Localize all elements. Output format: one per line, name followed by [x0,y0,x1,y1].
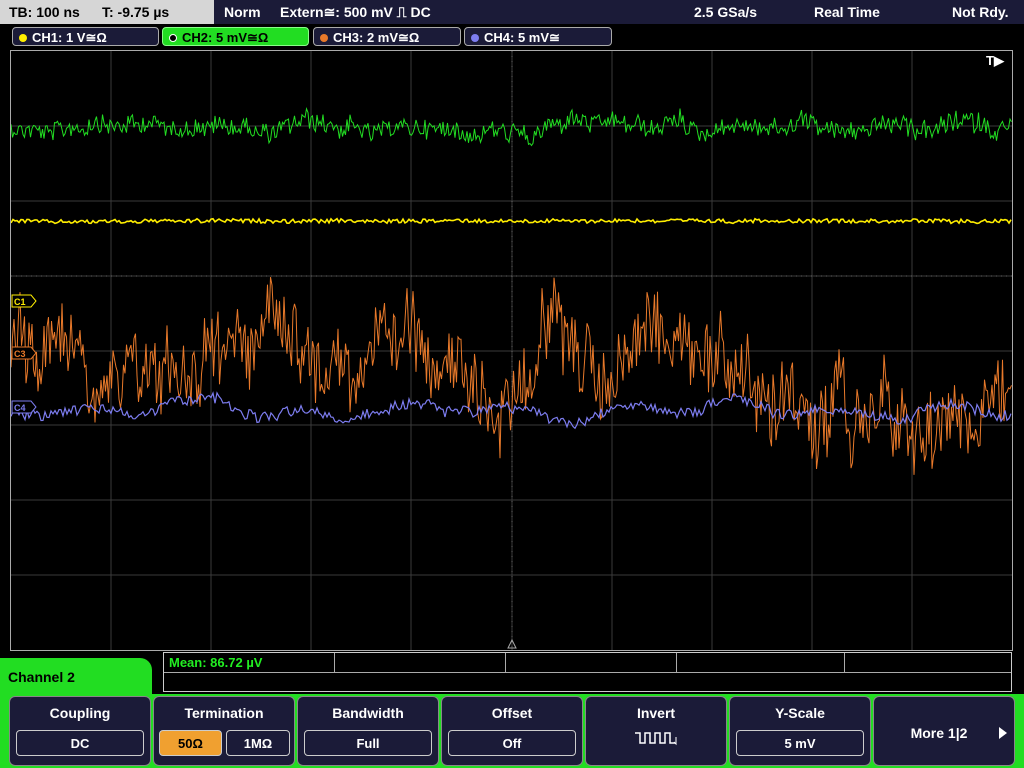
channel-menu-title: Channel 2 [8,669,75,685]
svg-text:C3: C3 [14,349,26,359]
channel-ground-marker[interactable]: C3 [11,346,37,360]
invert-title: Invert [636,705,676,721]
acquisition-mode[interactable]: Real Time [814,0,880,24]
tab-ch2[interactable]: CH2: 5 mV≅Ω [162,27,309,46]
svg-text:C1: C1 [14,297,26,307]
termination-1mohm[interactable]: 1MΩ [226,730,290,756]
offset-softkey[interactable]: Offset Off [441,696,583,766]
trigger-position-marker[interactable]: T▶ [986,53,1004,69]
bandwidth-value[interactable]: Full [304,730,432,756]
ch3-color-icon [320,34,328,42]
yscale-softkey[interactable]: Y-Scale 5 mV [729,696,871,766]
softkey-bar: Coupling DC Termination 50Ω 1MΩ Bandwidt… [0,694,1024,768]
waveform-canvas: C1 C3 C4 [11,51,1012,650]
coupling-softkey[interactable]: Coupling DC [9,696,151,766]
ch4-color-icon [471,34,479,42]
channel-menu-tab: Channel 2 [0,658,152,698]
mean-measurement: Mean: 86.72 µV [169,655,263,670]
invert-softkey[interactable]: Invert [585,696,727,766]
termination-50ohm[interactable]: 50Ω [159,730,222,756]
ch2-label: CH2: 5 mV≅Ω [182,30,269,45]
trigger-source[interactable]: Extern≅: 500 mV ⎍ DC [280,0,431,24]
acquisition-state: Not Rdy. [952,4,1009,20]
coupling-title: Coupling [49,705,111,721]
more-softkey[interactable]: More 1|2 [873,696,1015,766]
ch1-color-icon [19,34,27,42]
timebase-label: TB: 100 ns [9,4,80,20]
termination-title: Termination [184,705,264,721]
bandwidth-softkey[interactable]: Bandwidth Full [297,696,439,766]
yscale-title: Y-Scale [775,705,825,721]
sample-rate: 2.5 GSa/s [694,4,758,20]
trigger-mode[interactable]: Norm [224,0,261,24]
ch1-label: CH1: 1 V≅Ω [32,30,107,45]
ch2-color-icon [169,34,177,42]
bandwidth-title: Bandwidth [332,705,404,721]
measurement-panel: Mean: 86.72 µV [163,652,1012,692]
timebase-box[interactable]: TB: 100 ns T: -9.75 µs [0,0,214,24]
tab-ch3[interactable]: CH3: 2 mV≅Ω [313,27,461,46]
tab-ch1[interactable]: CH1: 1 V≅Ω [12,27,159,46]
offset-value[interactable]: Off [448,730,576,756]
invert-waveform-icon [635,732,677,746]
tab-ch4[interactable]: CH4: 5 mV≅ [464,27,612,46]
channel-tabs: CH1: 1 V≅Ω CH2: 5 mV≅Ω CH3: 2 mV≅Ω CH4: … [0,24,1024,50]
waveform-display[interactable]: C1 C3 C4 T▶ [10,50,1013,651]
ch4-label: CH4: 5 mV≅ [484,30,560,45]
next-page-arrow-icon [999,727,1007,739]
trigger-time: T: -9.75 µs [102,4,170,20]
svg-text:C4: C4 [14,403,26,413]
more-title: More 1|2 [910,725,968,741]
status-bar: TB: 100 ns T: -9.75 µs Norm Extern≅: 500… [0,0,1024,24]
yscale-value[interactable]: 5 mV [736,730,864,756]
channel-ground-marker[interactable]: C4 [11,400,37,414]
ch3-label: CH3: 2 mV≅Ω [333,30,420,45]
channel-ground-marker[interactable]: C1 [11,294,37,308]
termination-softkey[interactable]: Termination 50Ω 1MΩ [153,696,295,766]
coupling-value[interactable]: DC [16,730,144,756]
offset-title: Offset [491,705,533,721]
